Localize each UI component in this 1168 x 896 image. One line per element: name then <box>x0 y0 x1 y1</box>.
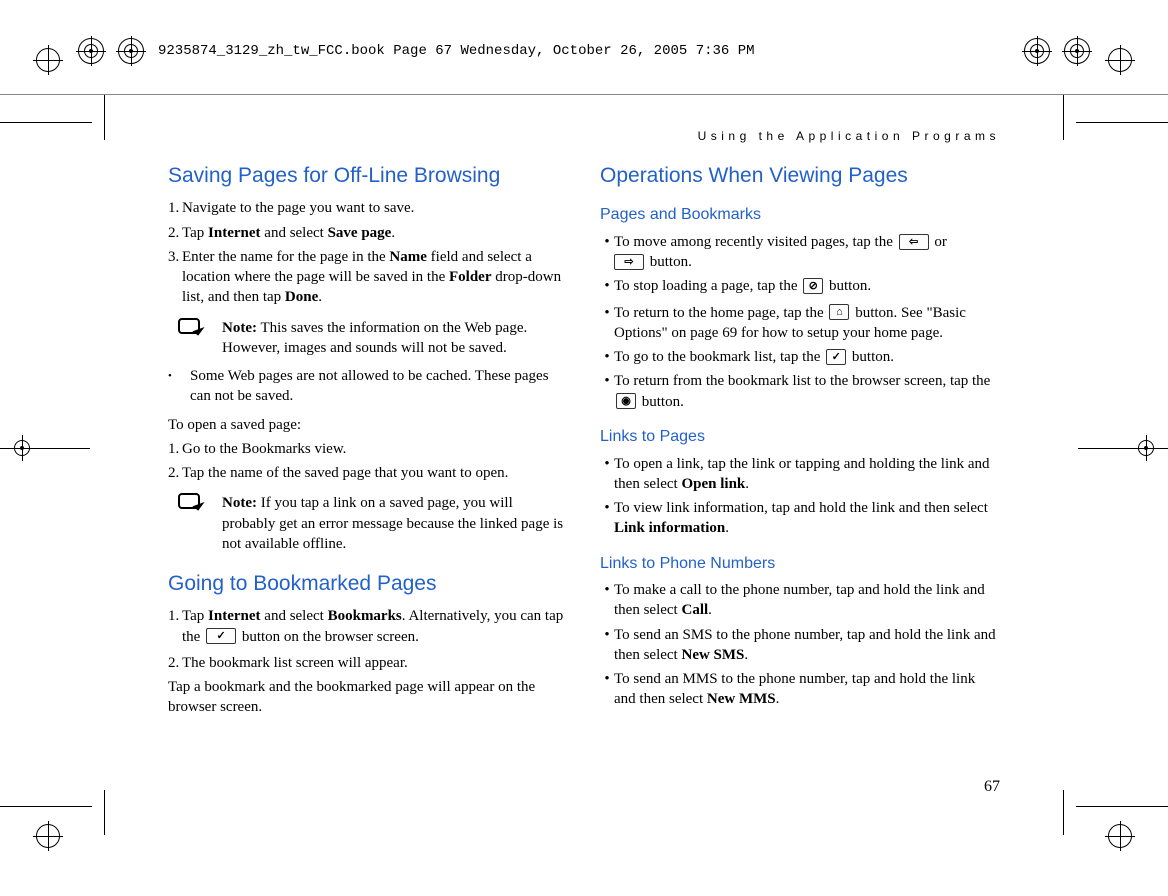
open-step-1: 1.Go to the Bookmarks view. <box>168 439 568 459</box>
phone-call: •To make a call to the phone number, tap… <box>600 580 1000 621</box>
subheading-pages-bookmarks: Pages and Bookmarks <box>600 204 1000 226</box>
note-icon <box>178 318 214 340</box>
crop-circle-tl <box>36 48 60 72</box>
page-body: Using the Application Programs Saving Pa… <box>168 128 1000 722</box>
header-bullseye-right-1 <box>1024 38 1050 64</box>
bullet-cache-restriction: Some Web pages are not allowed to be cac… <box>168 366 568 407</box>
op-bookmark-list: •To go to the bookmark list, tap the ✓ b… <box>600 347 1000 367</box>
right-column: Operations When Viewing Pages Pages and … <box>600 160 1000 722</box>
bookmark-list-button-icon: ✓ <box>826 349 846 365</box>
going-step-2: 2.The bookmark list screen will appear. <box>168 653 568 673</box>
crop-tick <box>1063 790 1064 835</box>
page-number: 67 <box>984 776 1000 798</box>
link-info: •To view link information, tap and hold … <box>600 498 1000 539</box>
top-rule <box>0 94 1168 95</box>
open-saved-intro: To open a saved page: <box>168 415 568 435</box>
phone-sms: •To send an SMS to the phone number, tap… <box>600 625 1000 666</box>
phone-mms: •To send an MMS to the phone number, tap… <box>600 669 1000 710</box>
going-outro: Tap a bookmark and the bookmarked page w… <box>168 677 568 718</box>
op-home-page: •To return to the home page, tap the ⌂ b… <box>600 303 1000 344</box>
note-icon <box>178 493 214 515</box>
op-nav-history: •To move among recently visited pages, t… <box>600 232 1000 273</box>
heading-going-bookmarked: Going to Bookmarked Pages <box>168 570 568 598</box>
save-step-3: 3.Enter the name for the page in the Nam… <box>168 247 568 308</box>
op-return-browser: •To return from the bookmark list to the… <box>600 371 1000 412</box>
crop-circle-bl <box>36 824 60 848</box>
header-bullseye-left-2 <box>118 38 144 64</box>
crop-circle-br <box>1108 824 1132 848</box>
note-offline-link: Note: If you tap a link on a saved page,… <box>178 493 568 554</box>
subheading-links-pages: Links to Pages <box>600 426 1000 448</box>
crop-tick <box>1076 806 1168 807</box>
heading-operations-viewing: Operations When Viewing Pages <box>600 162 1000 190</box>
header-bullseye-right-2 <box>1064 38 1090 64</box>
bookmark-button-icon: ✓ <box>206 628 236 644</box>
note-save-info: Note: This saves the information on the … <box>178 318 568 359</box>
crop-tick <box>1076 122 1168 123</box>
open-step-2: 2.Tap the name of the saved page that yo… <box>168 463 568 483</box>
subheading-links-phone: Links to Phone Numbers <box>600 553 1000 575</box>
crop-tick <box>1063 95 1064 140</box>
link-open: •To open a link, tap the link or tapping… <box>600 454 1000 495</box>
crop-tick <box>104 790 105 835</box>
stop-button-icon: ⊘ <box>803 278 823 294</box>
save-step-1: 1.Navigate to the page you want to save. <box>168 198 568 218</box>
header-bullseye-left-1 <box>78 38 104 64</box>
browser-button-icon: ◉ <box>616 393 636 409</box>
crop-tick <box>0 806 92 807</box>
going-step-1: 1.Tap Internet and select Bookmarks. Alt… <box>168 606 568 647</box>
crop-circle-tr <box>1108 48 1132 72</box>
crop-tick <box>0 122 92 123</box>
back-button-icon: ⇦ <box>899 234 929 250</box>
heading-saving-pages: Saving Pages for Off-Line Browsing <box>168 162 568 190</box>
op-stop-loading: •To stop loading a page, tap the ⊘ butto… <box>600 276 1000 296</box>
print-header-text: 9235874_3129_zh_tw_FCC.book Page 67 Wedn… <box>158 42 755 61</box>
print-header: 9235874_3129_zh_tw_FCC.book Page 67 Wedn… <box>78 38 1090 64</box>
save-step-2: 2.Tap Internet and select Save page. <box>168 223 568 243</box>
crop-tick <box>104 95 105 140</box>
forward-button-icon: ⇨ <box>614 254 644 270</box>
left-column: Saving Pages for Off-Line Browsing 1.Nav… <box>168 160 568 722</box>
home-button-icon: ⌂ <box>829 304 849 320</box>
